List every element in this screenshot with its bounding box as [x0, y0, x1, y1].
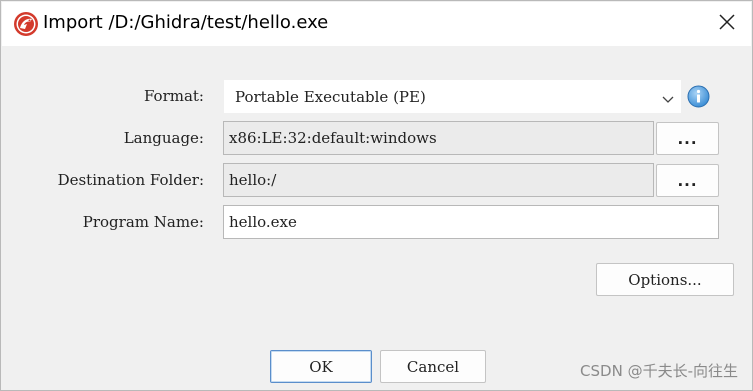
options-button[interactable]: Options...	[596, 263, 734, 296]
program-name-input[interactable]: hello.exe	[223, 205, 719, 239]
destination-folder-field: hello:/	[223, 163, 654, 197]
ok-button[interactable]: OK	[270, 350, 372, 383]
format-label: Format:	[143, 87, 204, 105]
format-selected-value: Portable Executable (PE)	[235, 88, 426, 106]
window-title: Import /D:/Ghidra/test/hello.exe	[43, 12, 329, 33]
close-icon	[719, 13, 735, 35]
destination-folder-label: Destination Folder:	[57, 171, 204, 189]
close-button[interactable]	[709, 7, 745, 41]
language-browse-button[interactable]: ...	[656, 122, 719, 155]
language-field: x86:LE:32:default:windows	[223, 121, 654, 155]
title-bar: Import /D:/Ghidra/test/hello.exe	[2, 2, 751, 46]
program-name-label: Program Name:	[82, 213, 204, 231]
info-icon[interactable]	[687, 85, 710, 108]
cancel-button[interactable]: Cancel	[380, 350, 486, 383]
watermark: CSDN @千夫长-向往生	[580, 362, 738, 380]
chevron-down-icon	[661, 92, 675, 103]
ghidra-dragon-icon	[13, 11, 39, 37]
import-dialog: Import /D:/Ghidra/test/hello.exe Format:…	[0, 0, 753, 391]
language-label: Language:	[123, 129, 204, 147]
format-select[interactable]: Portable Executable (PE)	[224, 80, 681, 113]
destination-browse-button[interactable]: ...	[656, 164, 719, 197]
